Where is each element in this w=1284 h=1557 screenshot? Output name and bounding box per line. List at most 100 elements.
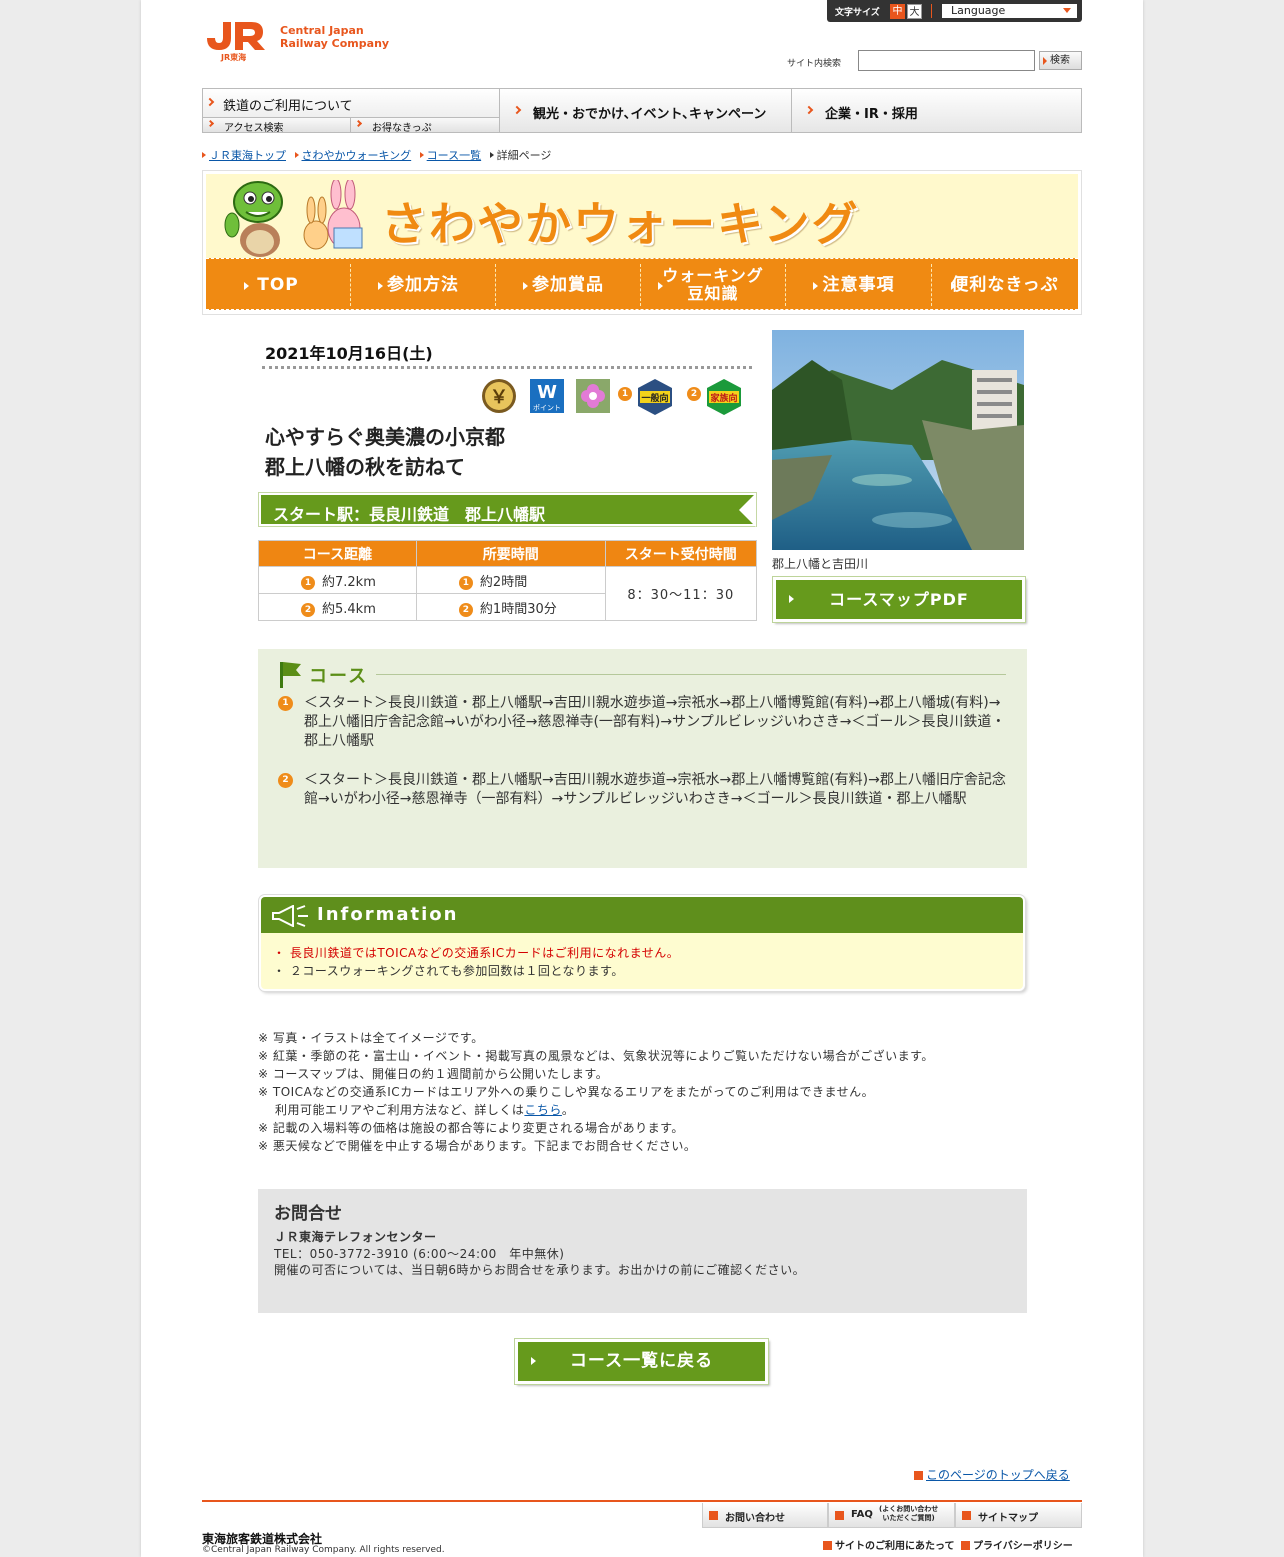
walking-nav-prizes[interactable]: 参加賞品 [496, 264, 641, 306]
course-heading: コース [309, 666, 369, 687]
information-heading: Information [317, 904, 459, 925]
walking-nav-tickets-label: 便利なきっぷ [951, 275, 1059, 295]
column-distance: コース距離 [258, 540, 417, 567]
column-reception: スタート受付時間 [604, 540, 758, 567]
course-number: 2 [301, 602, 315, 617]
distance-value: 約7.2km [322, 574, 376, 590]
footer-faq-label: FAQ [851, 1509, 873, 1520]
back-to-course-list-label: コース一覧に戻る [569, 1351, 714, 1371]
nav-tourism[interactable]: 観光・おでかけ､イベント､キャンペーン [500, 89, 792, 132]
walking-nav-how-to-join[interactable]: 参加方法 [351, 264, 496, 306]
page-top-link[interactable]: このページのトップへ戻る [914, 1466, 1070, 1483]
distance-value: 約5.4km [322, 601, 376, 617]
distance-cell: 2 約5.4km [258, 593, 417, 621]
note-item: ※ 写真・イラストは全てイメージです。 [258, 1031, 484, 1045]
nav-tickets[interactable]: お得なきっぷ [351, 118, 499, 134]
language-select[interactable]: Language [942, 4, 1077, 18]
megaphone-icon [272, 905, 308, 927]
breadcrumb-link-walking[interactable]: さわやかウォーキング [302, 149, 412, 162]
footer-faq-sub2: いただくご質問) [882, 1514, 935, 1522]
chevron-right-icon [512, 105, 522, 115]
course-title-line1: 心やすらぐ奥美濃の小京都 [265, 425, 505, 449]
note-item: 利用可能エリアやご利用方法など、詳しくはこちら。 [258, 1101, 934, 1119]
logo-sub: JR東海 [221, 53, 247, 62]
nav-railway-label: 鉄道のご利用について [223, 99, 353, 114]
footer-faq-button[interactable]: FAQ (よくお問い合わせ いただくご質問) [828, 1503, 955, 1528]
page-top-label: このページのトップへ戻る [926, 1468, 1070, 1482]
duration-cell: 2 約1時間30分 [415, 593, 606, 621]
w-point-icon: W ポイント [530, 379, 564, 413]
route-1-text: ＜スタート＞長良川鉄道・郡上八幡駅→吉田川親水遊歩道→宗祇水→郡上八幡博覧館(有… [304, 695, 1006, 749]
footer-privacy-link[interactable]: プライバシーポリシー [961, 1537, 1073, 1552]
walking-nav-notes-label: 注意事項 [822, 275, 895, 295]
footer-faq-sub: (よくお問い合わせ いただくご質問) [879, 1505, 938, 1523]
walking-banner: さわやかウォーキング TOP 参加方法 参加賞品 ウォーキング 豆知識 注意事項 … [202, 170, 1082, 315]
search-input[interactable] [858, 50, 1035, 71]
route-2-text: ＜スタート＞長良川鉄道・郡上八幡駅→吉田川親水遊歩道→宗祇水→郡上八幡博覧館(有… [304, 772, 1006, 807]
footer-terms-link[interactable]: サイトのご利用にあたって [823, 1537, 955, 1552]
note-text: 利用可能エリアやご利用方法など、詳しくは [275, 1103, 525, 1117]
note-item: ※ 紅葉・季節の花・富士山・イベント・掲載写真の風景などは、気象状況等によりご覧… [258, 1049, 934, 1063]
w-point-icon-letter: W [537, 382, 557, 403]
notes: ※ 写真・イラストは全てイメージです。 ※ 紅葉・季節の花・富士山・イベント・掲… [258, 1029, 934, 1155]
arrow-right-icon [962, 1511, 971, 1520]
arrow-right-icon [709, 1511, 718, 1520]
contact-tel: TEL：050-3772-3910 (6:00～24:00 年中無休) [274, 1247, 565, 1261]
walking-nav-top[interactable]: TOP [206, 264, 351, 306]
ic-card-info-link[interactable]: こちら [524, 1103, 562, 1117]
language-label: Language [951, 4, 1006, 17]
course-number: 2 [458, 602, 473, 617]
family-level-icon-label: 家族向 [710, 392, 737, 404]
walking-nav-top-label: TOP [257, 275, 299, 295]
breadcrumb-link-course-list[interactable]: コース一覧 [427, 149, 481, 162]
information-header: Information [261, 897, 1023, 933]
contact-box: お問合せ ＪＲ東海テレフォンセンター TEL：050-3772-3910 (6:… [258, 1189, 1027, 1313]
text-size-large-button[interactable]: 大 [907, 4, 922, 19]
start-station-bar: スタート駅：長良川鉄道 郡上八幡駅 [259, 493, 756, 527]
nav-subrow: アクセス検索 お得なきっぷ [203, 117, 499, 134]
breadcrumb-current-label: 詳細ページ [496, 149, 552, 162]
route-1-badge: 1 [278, 696, 293, 711]
nav-corporate[interactable]: 企業・IR・採用 [792, 89, 1081, 132]
text-size-label: 文字サイズ [835, 8, 880, 18]
chevron-right-icon [354, 119, 363, 128]
walking-nav-notes[interactable]: 注意事項 [786, 264, 932, 306]
reception-time: 8：30～11：30 [604, 566, 758, 621]
breadcrumb-item[interactable]: ＪＲ東海トップ [202, 147, 286, 163]
breadcrumb-item[interactable]: さわやかウォーキング [294, 147, 412, 163]
flower-icon [576, 379, 610, 413]
course-title-line2: 郡上八幡の秋を訪ねて [265, 455, 465, 479]
text-size-medium-button[interactable]: 中 [890, 4, 905, 19]
mascot-illustration [224, 180, 363, 257]
course-map-pdf-button[interactable]: コースマップPDF [773, 577, 1025, 622]
walking-nav-tickets[interactable]: 便利なきっぷ [932, 264, 1078, 306]
duration-cell: 1 約2時間 [415, 566, 606, 594]
footer-sitemap-button[interactable]: サイトマップ [955, 1503, 1082, 1528]
walking-nav-trivia[interactable]: ウォーキング 豆知識 [641, 264, 786, 306]
nav-railway[interactable]: 鉄道のご利用について アクセス検索 お得なきっぷ [203, 89, 500, 134]
breadcrumb-item[interactable]: コース一覧 [419, 147, 481, 163]
breadcrumb-link-top[interactable]: ＪＲ東海トップ [209, 149, 286, 162]
search-button[interactable]: 検索 [1039, 51, 1082, 70]
contact-note: 開催の可否については、当日朝6時からお問合せを承ります。お出かけの前にご確認くだ… [274, 1263, 806, 1277]
arrow-right-icon [789, 595, 794, 603]
back-to-course-list-button[interactable]: コース一覧に戻る [515, 1339, 768, 1384]
course-number: 1 [458, 575, 473, 590]
event-date: 2021年10月16日(土) [265, 344, 433, 363]
information-box: Information ・ 長良川鉄道ではTOICAなどの交通系ICカードはご利… [259, 895, 1025, 991]
logo-text-line2: Railway Company [280, 37, 390, 50]
column-duration: 所要時間 [415, 540, 606, 567]
copyright: ©Central Japan Railway Company. All righ… [202, 1545, 445, 1555]
general-level-icon-label: 一般向 [641, 392, 668, 404]
note-item: ※ 悪天候などで開催を中止する場合があります。下記までお問合せください。 [258, 1139, 697, 1153]
note-item: ※ コースマップは、開催日の約１週間前から公開いたします。 [258, 1067, 609, 1081]
information-item: ・ ２コースウォーキングされても参加回数は１回となります。 [273, 964, 624, 978]
course-section: コース 1 ＜スタート＞長良川鉄道・郡上八幡駅→吉田川親水遊歩道→宗祇水→郡上八… [258, 649, 1027, 868]
course-info-table: コース距離 所要時間 スタート受付時間 1 約7.2km 1 約2時間 8：30～1… [258, 540, 758, 621]
jr-logo[interactable] [205, 18, 269, 52]
footer-rule [202, 1500, 1082, 1502]
nav-access[interactable]: アクセス検索 [203, 118, 351, 134]
footer-inquiry-button[interactable]: お問い合わせ [702, 1503, 828, 1528]
walking-nav-how-to-join-label: 参加方法 [387, 275, 459, 295]
nav-corporate-label: 企業・IR・採用 [825, 107, 918, 122]
